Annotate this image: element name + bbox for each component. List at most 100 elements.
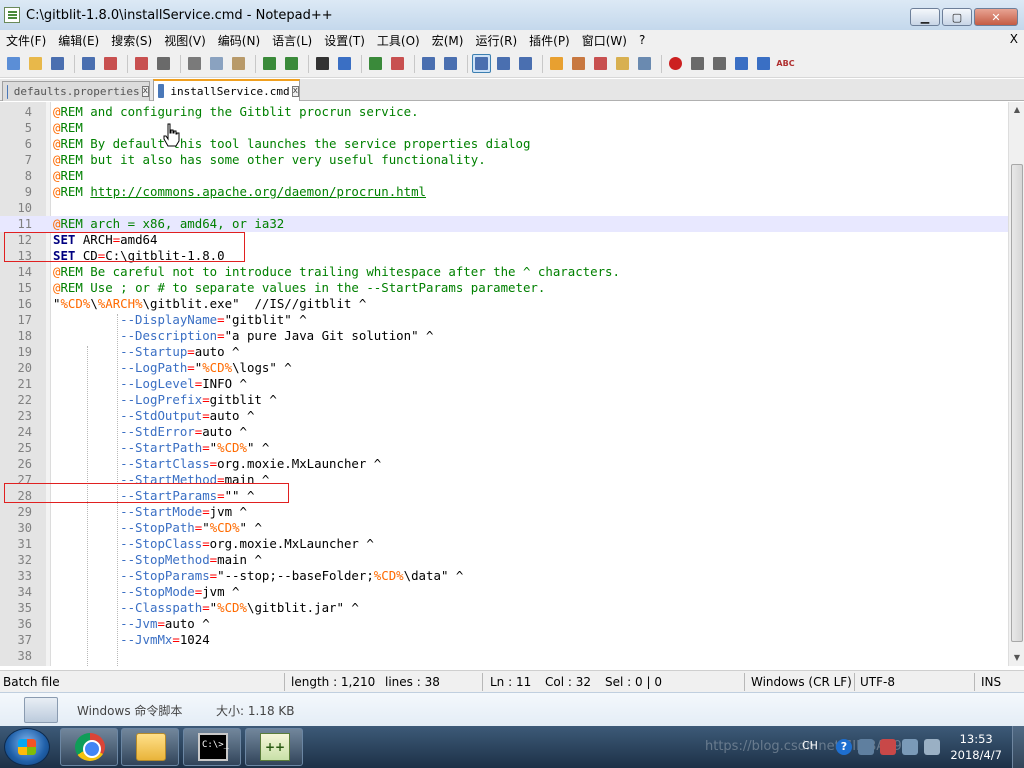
tab-close-icon[interactable]: x [291,85,299,97]
code-line[interactable]: 10 [0,200,1008,216]
minimize-button[interactable]: ▁ [910,8,940,26]
network-icon[interactable] [902,739,918,755]
code-line[interactable]: 37 --JvmMx=1024 [0,632,1008,648]
close-document-button[interactable]: X [1010,32,1018,46]
find-icon[interactable] [313,54,332,73]
code-line[interactable]: 35 --Classpath="%CD%\gitblit.jar" ^ [0,600,1008,616]
udl-icon[interactable] [547,54,566,73]
menu-item[interactable]: 编码(N) [212,32,266,49]
menu-item[interactable]: 视图(V) [158,32,212,49]
play-macro-icon[interactable] [710,54,729,73]
taskbar-notepad-plus-plus[interactable]: ++ [245,728,303,766]
scroll-up-icon[interactable]: ▲ [1009,102,1024,118]
replace-icon[interactable] [335,54,354,73]
function-list-icon[interactable] [591,54,610,73]
menu-item[interactable]: 搜索(S) [105,32,158,49]
status-insert-mode[interactable]: INS [981,671,1001,693]
doc-map-icon[interactable] [569,54,588,73]
code-line[interactable]: 31 --StopClass=org.moxie.MxLauncher ^ [0,536,1008,552]
zoom-out-icon[interactable] [388,54,407,73]
code-line[interactable]: 32 --StopMethod=main ^ [0,552,1008,568]
code-line[interactable]: 6 @REM By default this tool launches the … [0,136,1008,152]
redo-icon[interactable] [282,54,301,73]
tab-defaults-properties[interactable]: defaults.properties x [2,81,150,101]
code-line[interactable]: 25 --StartPath="%CD%" ^ [0,440,1008,456]
help-icon[interactable]: ? [836,739,852,755]
menu-item[interactable]: 运行(R) [469,32,523,49]
clock[interactable]: 13:53 2018/4/7 [950,731,1002,763]
flag-icon[interactable] [880,739,896,755]
start-button[interactable] [4,728,50,766]
cut-icon[interactable] [185,54,204,73]
notepad-plus-plus-app-icon[interactable] [4,7,20,23]
show-all-chars-icon[interactable] [494,54,513,73]
save-all-icon[interactable] [79,54,98,73]
word-wrap-icon[interactable] [472,54,491,73]
code-line[interactable]: 9 @REM http://commons.apache.org/daemon/p… [0,184,1008,200]
input-language[interactable]: CH [802,739,818,752]
code-line[interactable]: 14 @REM Be careful not to introduce trail… [0,264,1008,280]
close-window-button[interactable]: ✕ [974,8,1018,26]
indent-guide-icon[interactable] [516,54,535,73]
code-line[interactable]: 34 --StopMode=jvm ^ [0,584,1008,600]
code-line[interactable]: 21 --LogLevel=INFO ^ [0,376,1008,392]
sync-h-icon[interactable] [441,54,460,73]
save-icon[interactable] [48,54,67,73]
code-line[interactable]: 17 --DisplayName="gitblit" ^ [0,312,1008,328]
status-eol[interactable]: Windows (CR LF) [751,671,852,693]
new-file-icon[interactable] [4,54,23,73]
maximize-button[interactable]: ▢ [942,8,972,26]
copy-icon[interactable] [207,54,226,73]
taskbar-explorer[interactable] [121,728,179,766]
code-line[interactable]: 16 "%CD%\%ARCH%\gitblit.exe" //IS//gitbli… [0,296,1008,312]
tab-installservice-cmd[interactable]: installService.cmd x [153,79,300,101]
code-line[interactable]: 38 [0,648,1008,664]
code-line[interactable]: 20 --LogPath="%CD%\logs" ^ [0,360,1008,376]
undo-icon[interactable] [260,54,279,73]
code-line[interactable]: 36 --Jvm=auto ^ [0,616,1008,632]
menu-item[interactable]: ? [633,33,651,47]
expand-tray-icon[interactable] [858,739,874,755]
record-macro-icon[interactable] [666,54,685,73]
print-icon[interactable] [154,54,173,73]
code-line[interactable]: 8 @REM [0,168,1008,184]
menu-item[interactable]: 窗口(W) [576,32,633,49]
code-line[interactable]: 23 --StdOutput=auto ^ [0,408,1008,424]
folder-workspace-icon[interactable] [613,54,632,73]
menu-item[interactable]: 插件(P) [523,32,576,49]
code-line[interactable]: 22 --LogPrefix=gitblit ^ [0,392,1008,408]
scroll-thumb[interactable] [1011,164,1023,642]
vertical-scrollbar[interactable]: ▲ ▼ [1008,102,1024,666]
volume-icon[interactable] [924,739,940,755]
save-macro-icon[interactable] [754,54,773,73]
spell-check-icon[interactable]: ABC [776,54,795,73]
menu-item[interactable]: 语言(L) [266,32,318,49]
close-all-icon[interactable] [132,54,151,73]
sync-v-icon[interactable] [419,54,438,73]
menu-item[interactable]: 文件(F) [0,32,52,49]
menu-item[interactable]: 工具(O) [371,32,426,49]
close-icon[interactable] [101,54,120,73]
tab-close-icon[interactable]: x [141,86,149,97]
code-line[interactable]: 4 @REM and configuring the Gitblit procru… [0,104,1008,120]
run-macro-multiple-icon[interactable] [732,54,751,73]
zoom-in-icon[interactable] [366,54,385,73]
code-line[interactable]: 19 --Startup=auto ^ [0,344,1008,360]
paste-icon[interactable] [229,54,248,73]
code-line[interactable]: 15 @REM Use ; or # to separate values in … [0,280,1008,296]
menu-item[interactable]: 编辑(E) [52,32,105,49]
code-editor[interactable]: 4 @REM and configuring the Gitblit procru… [0,102,1008,666]
scroll-down-icon[interactable]: ▼ [1009,650,1024,666]
code-line[interactable]: 5 @REM [0,120,1008,136]
monitoring-icon[interactable] [635,54,654,73]
code-line[interactable]: 33 --StopParams="--stop;--baseFolder;%CD… [0,568,1008,584]
title-bar[interactable]: C:\gitblit-1.8.0\installService.cmd - No… [0,0,1024,30]
stop-macro-icon[interactable] [688,54,707,73]
code-line[interactable]: 29 --StartMode=jvm ^ [0,504,1008,520]
menu-item[interactable]: 宏(M) [426,32,470,49]
taskbar-cmd[interactable]: C:\>_ [183,728,241,766]
code-line[interactable]: 7 @REM but it also has some other very us… [0,152,1008,168]
menu-item[interactable]: 设置(T) [318,32,371,49]
status-encoding[interactable]: UTF-8 [860,671,895,693]
show-desktop-button[interactable] [1012,726,1024,768]
